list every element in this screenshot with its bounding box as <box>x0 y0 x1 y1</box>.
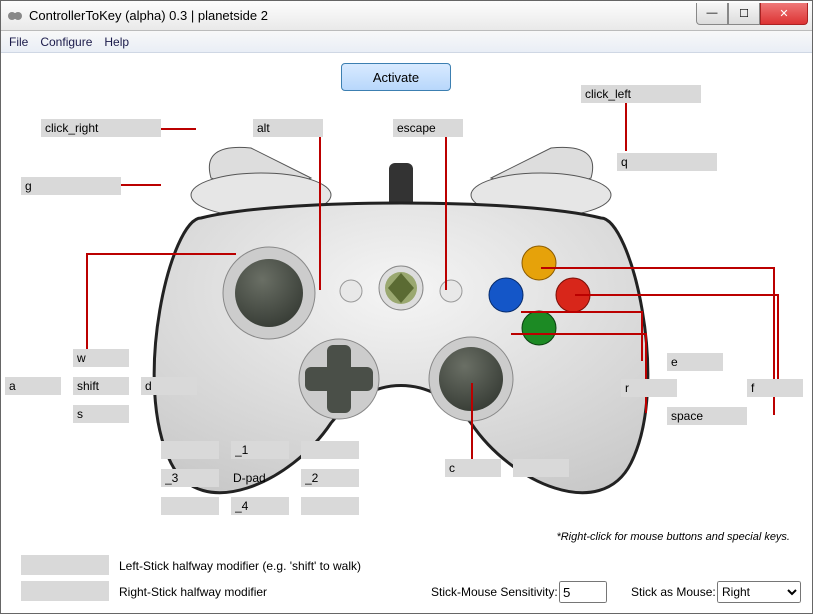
binding-lstick-click[interactable] <box>73 377 129 395</box>
sensitivity-label: Stick-Mouse Sensitivity: <box>431 585 558 599</box>
close-button[interactable]: ✕ <box>760 3 808 25</box>
window-title: ControllerToKey (alpha) 0.3 | planetside… <box>29 8 696 23</box>
hint-text: *Right-click for mouse buttons and speci… <box>556 531 790 543</box>
binding-a[interactable] <box>667 407 747 425</box>
binding-lt[interactable] <box>41 119 161 137</box>
leader-line <box>319 128 321 290</box>
menu-help[interactable]: Help <box>104 35 129 49</box>
binding-start[interactable] <box>393 119 463 137</box>
stick-as-mouse-label: Stick as Mouse: <box>631 585 716 599</box>
right-stick-modifier-input[interactable] <box>21 581 109 601</box>
binding-b[interactable] <box>747 379 803 397</box>
app-window: ControllerToKey (alpha) 0.3 | planetside… <box>0 0 813 614</box>
binding-dpad-down[interactable] <box>231 497 289 515</box>
right-stick-modifier-label: Right-Stick halfway modifier <box>119 585 267 599</box>
binding-dpad-extra-up-left[interactable] <box>161 441 219 459</box>
leader-line <box>445 128 447 290</box>
binding-rt[interactable] <box>581 85 701 103</box>
binding-lb[interactable] <box>21 177 121 195</box>
minimize-button[interactable]: — <box>696 3 728 25</box>
leader-line <box>575 294 779 296</box>
leader-line <box>471 383 473 463</box>
activate-button[interactable]: Activate <box>341 63 451 91</box>
leader-line <box>86 253 236 255</box>
app-icon <box>7 8 23 24</box>
binding-lstick-up[interactable] <box>73 349 129 367</box>
stick-as-mouse-select[interactable]: Right <box>717 581 801 603</box>
controller-image <box>141 123 661 503</box>
binding-y[interactable] <box>667 353 723 371</box>
leader-line <box>511 333 645 335</box>
binding-lstick-right[interactable] <box>141 377 197 395</box>
maximize-button[interactable]: ☐ <box>728 3 760 25</box>
leader-line <box>777 294 779 386</box>
menu-file[interactable]: File <box>9 35 28 49</box>
binding-back[interactable] <box>253 119 323 137</box>
client-area: Activate <box>1 53 812 613</box>
binding-rstick-extra[interactable] <box>513 459 569 477</box>
binding-dpad-left[interactable] <box>161 469 219 487</box>
binding-dpad-extra-down-right[interactable] <box>301 497 359 515</box>
dpad-label: D-pad <box>233 471 266 485</box>
titlebar: ControllerToKey (alpha) 0.3 | planetside… <box>1 1 812 31</box>
binding-rstick-click[interactable] <box>445 459 501 477</box>
leader-line <box>645 333 647 413</box>
window-buttons: — ☐ ✕ <box>696 3 808 25</box>
binding-dpad-right[interactable] <box>301 469 359 487</box>
binding-dpad-up[interactable] <box>231 441 289 459</box>
leader-line <box>521 311 641 313</box>
menu-configure[interactable]: Configure <box>40 35 92 49</box>
binding-lstick-down[interactable] <box>73 405 129 423</box>
binding-x[interactable] <box>621 379 677 397</box>
sensitivity-input[interactable] <box>559 581 607 603</box>
leader-line <box>541 267 775 269</box>
left-stick-modifier-input[interactable] <box>21 555 109 575</box>
leader-line <box>117 184 161 186</box>
leader-line <box>86 253 88 353</box>
binding-lstick-left[interactable] <box>5 377 61 395</box>
binding-dpad-extra-up-right[interactable] <box>301 441 359 459</box>
menubar: File Configure Help <box>1 31 812 53</box>
left-stick-modifier-label: Left-Stick halfway modifier (e.g. 'shift… <box>119 559 361 573</box>
binding-rb[interactable] <box>617 153 717 171</box>
binding-dpad-extra-down-left[interactable] <box>161 497 219 515</box>
leader-line <box>641 311 643 361</box>
